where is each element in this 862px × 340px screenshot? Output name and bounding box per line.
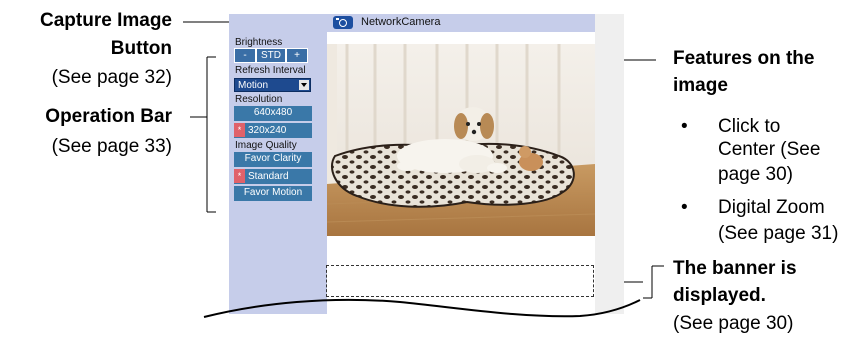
feature-click-to-center-3: page 30) — [718, 164, 794, 185]
banner-annotation-title-2: displayed. — [673, 285, 766, 306]
features-annotation-title-2: image — [673, 75, 728, 96]
feature-digital-zoom-2: (See page 31) — [718, 223, 839, 244]
feature-digital-zoom-1: Digital Zoom — [718, 197, 825, 218]
banner-annotation-title-1: The banner is — [673, 258, 797, 279]
bullet-1: • — [681, 116, 688, 137]
feature-click-to-center-2: Center (See — [718, 139, 821, 160]
features-annotation-title-1: Features on the — [673, 48, 815, 69]
bullet-2: • — [681, 197, 688, 218]
banner-annotation-ref: (See page 30) — [673, 313, 794, 334]
feature-click-to-center-1: Click to — [718, 116, 781, 137]
